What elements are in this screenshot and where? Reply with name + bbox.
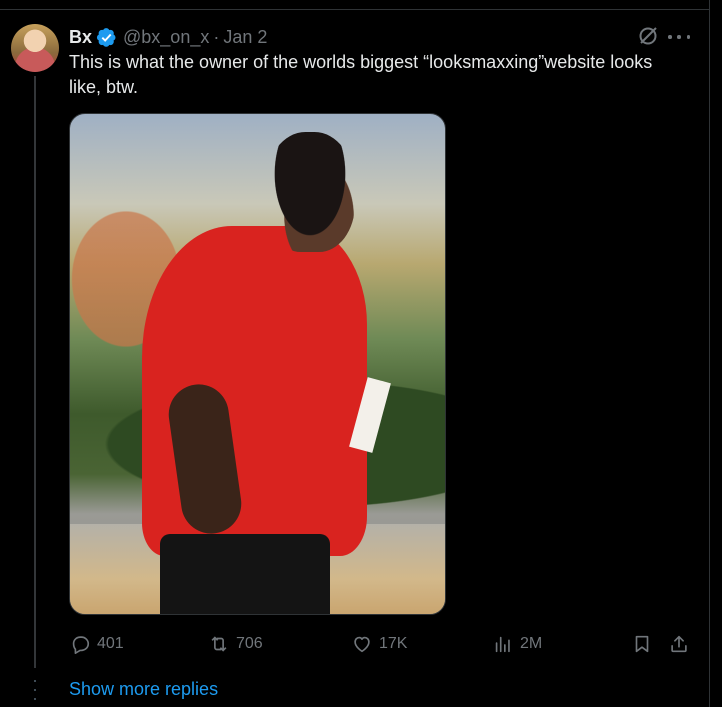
- post-text: This is what the owner of the worlds big…: [69, 52, 653, 97]
- views-count: 2M: [520, 635, 543, 652]
- column-border: [709, 0, 710, 707]
- analytics-icon: [495, 636, 510, 653]
- author-handle[interactable]: @bx_on_x: [123, 27, 209, 48]
- tweet-frame: Bx @bx_on_x · Jan 2 This is what the own…: [0, 0, 722, 707]
- repost-count: 706: [236, 635, 263, 652]
- header-separator: ·: [213, 26, 220, 47]
- views-button[interactable]: 2M: [492, 631, 542, 657]
- grok-icon[interactable]: [637, 25, 659, 47]
- more-options-icon[interactable]: [668, 27, 690, 47]
- top-divider: [0, 9, 710, 10]
- share-icon: [671, 635, 687, 653]
- heart-icon: [354, 636, 370, 653]
- reply-button[interactable]: 401: [69, 631, 124, 657]
- post-date[interactable]: Jan 2: [223, 27, 267, 48]
- share-button[interactable]: [668, 631, 690, 657]
- like-count: 17K: [379, 635, 408, 652]
- image-person-pants: [160, 534, 330, 614]
- post-header: Bx @bx_on_x · Jan 2: [69, 26, 267, 48]
- image-person-shirt: [142, 226, 367, 556]
- verified-badge-icon: [96, 27, 116, 47]
- repost-icon: [211, 636, 227, 652]
- like-button[interactable]: 17K: [351, 631, 407, 657]
- reply-count: 401: [97, 635, 124, 652]
- show-more-replies-link[interactable]: Show more replies: [69, 679, 218, 700]
- action-bar: 401 706 17K 2M: [69, 631, 690, 657]
- image-person-head: [265, 132, 355, 252]
- reply-icon: [72, 636, 90, 654]
- bookmark-icon: [635, 635, 649, 653]
- thread-dots-icon: [33, 680, 37, 700]
- bookmark-button[interactable]: [631, 631, 653, 657]
- author-name[interactable]: Bx: [69, 27, 92, 48]
- thread-connector-line: [34, 76, 36, 668]
- avatar[interactable]: [11, 24, 59, 72]
- post-image[interactable]: [69, 113, 446, 615]
- repost-button[interactable]: 706: [208, 631, 263, 657]
